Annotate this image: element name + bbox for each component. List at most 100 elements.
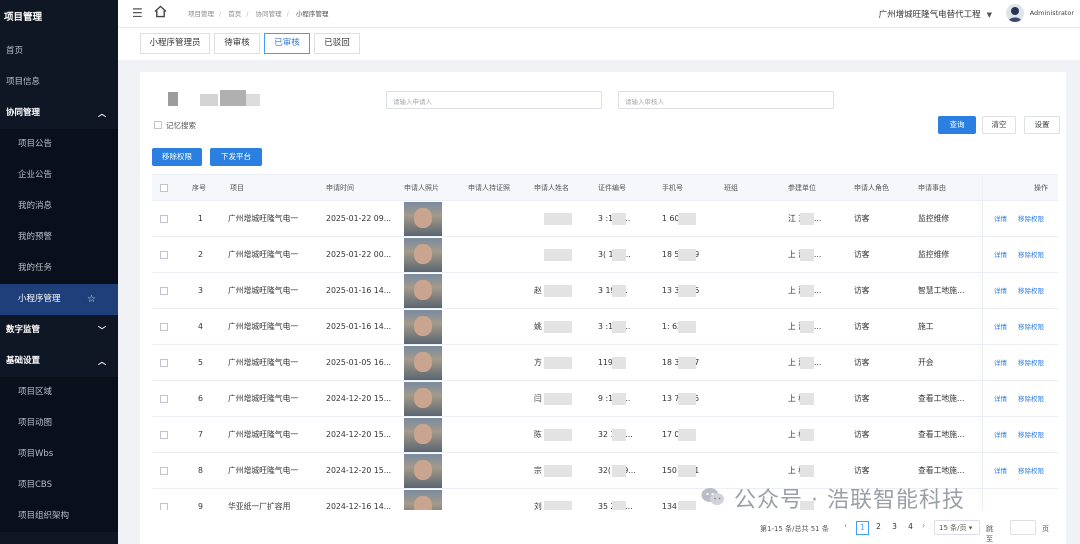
table-row[interactable]: 5广州增城旺隆气电一2025-01-05 16...方 1198...18 30… [152,345,1058,381]
detail-link[interactable]: 详情 [994,273,1007,309]
row-checkbox[interactable] [160,251,168,259]
row-checkbox[interactable] [160,287,168,295]
applicant-photo[interactable] [404,418,442,452]
sidebar-item[interactable]: 我的预警 [0,222,118,253]
dispatch-platform-button[interactable]: 下发平台 [210,148,262,166]
table-row[interactable]: 4广州增城旺隆气电一2025-01-16 14...姚3 :199...1: 6… [152,309,1058,345]
applicant-photo[interactable] [404,454,442,488]
row-checkbox[interactable] [160,395,168,403]
tab-approved[interactable]: 已审核 [264,33,310,54]
sidebar-item[interactable]: 基础设置 ︿ [0,346,118,377]
remove-permission-link[interactable]: 移除权限 [1018,417,1044,453]
row-checkbox[interactable] [160,467,168,475]
column-header[interactable]: 申请事由 [918,175,946,201]
table-row[interactable]: 1广州增城旺隆气电一2025-01-22 09...3 :199...1 604… [152,201,1058,237]
column-header[interactable]: 参建单位 [788,175,816,201]
sidebar-item[interactable]: 项目CBS [0,470,118,501]
sidebar-item[interactable]: 项目组织架构 [0,501,118,532]
remove-permission-link[interactable]: 移除权限 [1018,237,1044,273]
detail-link[interactable]: 详情 [994,201,1007,237]
table-row[interactable]: 7广州增城旺隆气电一2024-12-20 15...陈32 199...17 0… [152,417,1058,453]
table-row[interactable]: 6广州增城旺隆气电一2024-12-20 15...闫9 :198...13 7… [152,381,1058,417]
remove-permission-button[interactable]: 移除权限 [152,148,202,166]
clear-button[interactable]: 清空 [982,116,1016,134]
remove-permission-link[interactable]: 移除权限 [1018,273,1044,309]
home-icon[interactable] [154,5,167,18]
column-header[interactable]: 申请人角色 [854,175,889,201]
applicant-photo[interactable] [404,310,442,344]
reviewer-input[interactable]: 请输入审核人 [618,91,834,109]
breadcrumb-item[interactable]: 项目管理 [188,10,214,18]
detail-link[interactable]: 详情 [994,381,1007,417]
sidebar-item-label: 首页 [6,46,24,56]
sidebar-item[interactable]: 企业公告 [0,160,118,191]
page-3[interactable]: 3 [888,521,901,535]
query-button[interactable]: 查询 [938,116,976,134]
remove-permission-link[interactable]: 移除权限 [1018,345,1044,381]
remove-permission-link[interactable]: 移除权限 [1018,201,1044,237]
username[interactable]: Administrator [1030,9,1074,17]
applicant-photo[interactable] [404,238,442,272]
select-all-checkbox[interactable] [160,184,168,192]
page-1[interactable]: 1 [856,521,869,535]
remove-permission-link[interactable]: 移除权限 [1018,309,1044,345]
row-checkbox[interactable] [160,431,168,439]
remember-checkbox[interactable] [154,121,162,129]
sidebar-item[interactable]: 项目Wbs [0,439,118,470]
applicant-photo[interactable] [404,274,442,308]
row-checkbox[interactable] [160,323,168,331]
table-row[interactable]: 3广州增城旺隆气电一2025-01-16 14...赵3 197...13 37… [152,273,1058,309]
detail-link[interactable]: 详情 [994,237,1007,273]
remove-permission-link[interactable]: 移除权限 [1018,453,1044,489]
avatar[interactable] [1006,4,1024,22]
tab-mini-admin[interactable]: 小程序管理员 [140,33,210,54]
column-header[interactable]: 证件编号 [598,175,626,201]
detail-link[interactable]: 详情 [994,417,1007,453]
sidebar-item[interactable]: 小程序管理 ☆ [0,284,118,315]
column-header[interactable]: 手机号 [662,175,683,201]
applicant-photo[interactable] [404,346,442,380]
applicant-photo[interactable] [404,490,442,510]
next-page-icon[interactable]: › [922,521,925,530]
sidebar-item[interactable]: 项目信息 [0,67,118,98]
tab-pending[interactable]: 待审核 [214,33,260,54]
menu-toggle-icon[interactable]: ☰ [132,6,143,20]
applicant-photo[interactable] [404,382,442,416]
detail-link[interactable]: 详情 [994,345,1007,381]
column-header[interactable]: 申请人持证照 [468,175,510,201]
column-header[interactable]: 申请时间 [326,175,354,201]
column-header[interactable]: 申请人姓名 [534,175,569,201]
column-header[interactable]: 申请人照片 [404,175,439,201]
sidebar-item[interactable]: 数字监管 ﹀ [0,315,118,346]
table-row[interactable]: 2广州增城旺隆气电一2025-01-22 00...3( 199...18 58… [152,237,1058,273]
star-icon[interactable]: ☆ [87,284,96,315]
column-header[interactable]: 序号 [192,175,206,201]
page-size-select[interactable]: 15 条/页 ▾ [934,520,980,535]
sidebar-item[interactable]: 我的消息 [0,191,118,222]
row-checkbox[interactable] [160,503,168,510]
applicant-photo[interactable] [404,202,442,236]
page-2[interactable]: 2 [872,521,885,535]
sidebar-item[interactable]: 首页 [0,36,118,67]
breadcrumb-item[interactable]: 首页 [228,10,241,18]
sidebar-item[interactable]: 我的任务 [0,253,118,284]
jump-page-input[interactable] [1010,520,1036,535]
row-checkbox[interactable] [160,215,168,223]
settings-button[interactable]: 设置 [1024,116,1060,134]
sidebar-item[interactable]: 项目区域 [0,377,118,408]
column-header[interactable]: 班组 [724,175,738,201]
sidebar-item[interactable]: 协同管理 ︿ [0,98,118,129]
remove-permission-link[interactable]: 移除权限 [1018,381,1044,417]
breadcrumb-item[interactable]: 协同管理 [256,10,282,18]
applicant-input[interactable]: 请输入申请人 [386,91,602,109]
prev-page-icon[interactable]: ‹ [844,521,847,530]
page-4[interactable]: 4 [904,521,917,535]
detail-link[interactable]: 详情 [994,453,1007,489]
sidebar-item[interactable]: 项目动图 [0,408,118,439]
detail-link[interactable]: 详情 [994,309,1007,345]
tab-rejected[interactable]: 已驳回 [314,33,360,54]
row-checkbox[interactable] [160,359,168,367]
company-selector[interactable]: 广州增城旺隆气电替代工程 ▼ [879,8,992,20]
sidebar-item[interactable]: 项目公告 [0,129,118,160]
column-header[interactable]: 项目 [230,175,244,201]
